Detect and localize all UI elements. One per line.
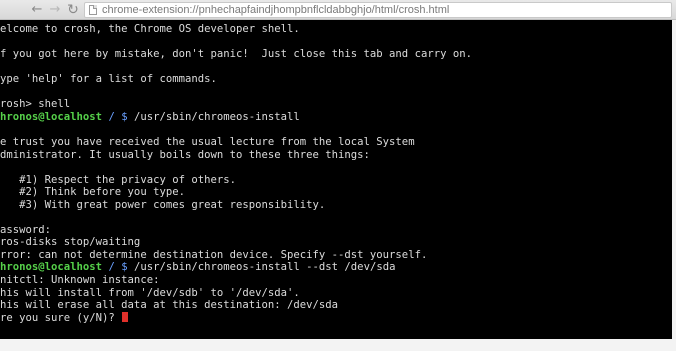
terminal-text: assword: bbox=[0, 223, 52, 236]
terminal-text: ros-disks stop/waiting bbox=[0, 236, 141, 249]
page-icon bbox=[89, 5, 97, 15]
text-cursor bbox=[122, 311, 129, 322]
terminal-line: dministrator. It usually boils down to t… bbox=[0, 149, 370, 162]
browser-bottom-edge bbox=[0, 339, 676, 351]
terminal-text: dministrator. It usually boils down to t… bbox=[0, 148, 370, 161]
reload-icon[interactable]: ↻ bbox=[64, 2, 82, 18]
crosh-terminal[interactable]: elcome to crosh, the Chrome OS developer… bbox=[0, 20, 672, 339]
terminal-line: hronos@localhost / $ /usr/sbin/chromeos-… bbox=[0, 111, 300, 124]
address-bar[interactable]: chrome-extension://pnhechapfaindjhompbnf… bbox=[84, 2, 672, 18]
terminal-line: #2) Think before you type. bbox=[0, 186, 185, 199]
terminal-line: his will erase all data at this destinat… bbox=[0, 299, 338, 312]
terminal-line: nitctl: Unknown instance: bbox=[0, 274, 159, 287]
prompt-user-host: hronos@localhost bbox=[0, 110, 103, 123]
terminal-line: rosh> shell bbox=[0, 98, 70, 111]
browser-window: ← → ↻ chrome-extension://pnhechapfaindjh… bbox=[0, 0, 676, 351]
terminal-text: his will erase all data at this destinat… bbox=[0, 299, 339, 312]
terminal-line: e trust you have received the usual lect… bbox=[0, 136, 415, 149]
terminal-line: ros-disks stop/waiting bbox=[0, 236, 140, 249]
terminal-line: f you got here by mistake, don't panic! … bbox=[0, 48, 472, 61]
prompt-path: / $ bbox=[102, 261, 128, 274]
terminal-text: ype 'help' for a list of commands. bbox=[0, 73, 217, 86]
terminal-text: #3) With great power comes great respons… bbox=[0, 198, 326, 211]
terminal-line: assword: bbox=[0, 224, 51, 237]
terminal-text: re you sure (y/N)? bbox=[0, 311, 122, 324]
url-text[interactable]: chrome-extension://pnhechapfaindjhompbnf… bbox=[102, 3, 449, 17]
prompt-user-host: hronos@localhost bbox=[0, 261, 103, 274]
terminal-line: elcome to crosh, the Chrome OS developer… bbox=[0, 23, 300, 36]
terminal-line: ype 'help' for a list of commands. bbox=[0, 73, 217, 86]
terminal-line: #3) With great power comes great respons… bbox=[0, 199, 325, 212]
terminal-line: rror: can not determine destination devi… bbox=[0, 249, 427, 262]
terminal-line: hronos@localhost / $ /usr/sbin/chromeos-… bbox=[0, 261, 395, 274]
terminal-text: rror: can not determine destination devi… bbox=[0, 248, 428, 261]
browser-toolbar: ← → ↻ chrome-extension://pnhechapfaindjh… bbox=[0, 0, 676, 20]
terminal-text: f you got here by mistake, don't panic! … bbox=[0, 48, 472, 61]
terminal-text: e trust you have received the usual lect… bbox=[0, 135, 415, 148]
terminal-text: #1) Respect the privacy of others. bbox=[0, 173, 236, 186]
command-text: /usr/sbin/chromeos-install --dst /dev/sd… bbox=[127, 261, 396, 274]
terminal-text: #2) Think before you type. bbox=[0, 186, 185, 199]
terminal-line: his will install from '/dev/sdb' to '/de… bbox=[0, 287, 300, 300]
terminal-text: rosh> shell bbox=[0, 98, 71, 111]
prompt-path: / $ bbox=[102, 110, 128, 123]
terminal-text: elcome to crosh, the Chrome OS developer… bbox=[0, 23, 300, 35]
terminal-line: re you sure (y/N)? bbox=[0, 311, 129, 325]
terminal-line: #1) Respect the privacy of others. bbox=[0, 174, 236, 187]
command-text: /usr/sbin/chromeos-install bbox=[127, 110, 300, 123]
terminal-text: nitctl: Unknown instance: bbox=[0, 274, 160, 286]
forward-arrow-icon[interactable]: → bbox=[46, 2, 64, 18]
back-arrow-icon[interactable]: ← bbox=[28, 2, 46, 18]
terminal-text: his will install from '/dev/sdb' to '/de… bbox=[0, 286, 300, 299]
